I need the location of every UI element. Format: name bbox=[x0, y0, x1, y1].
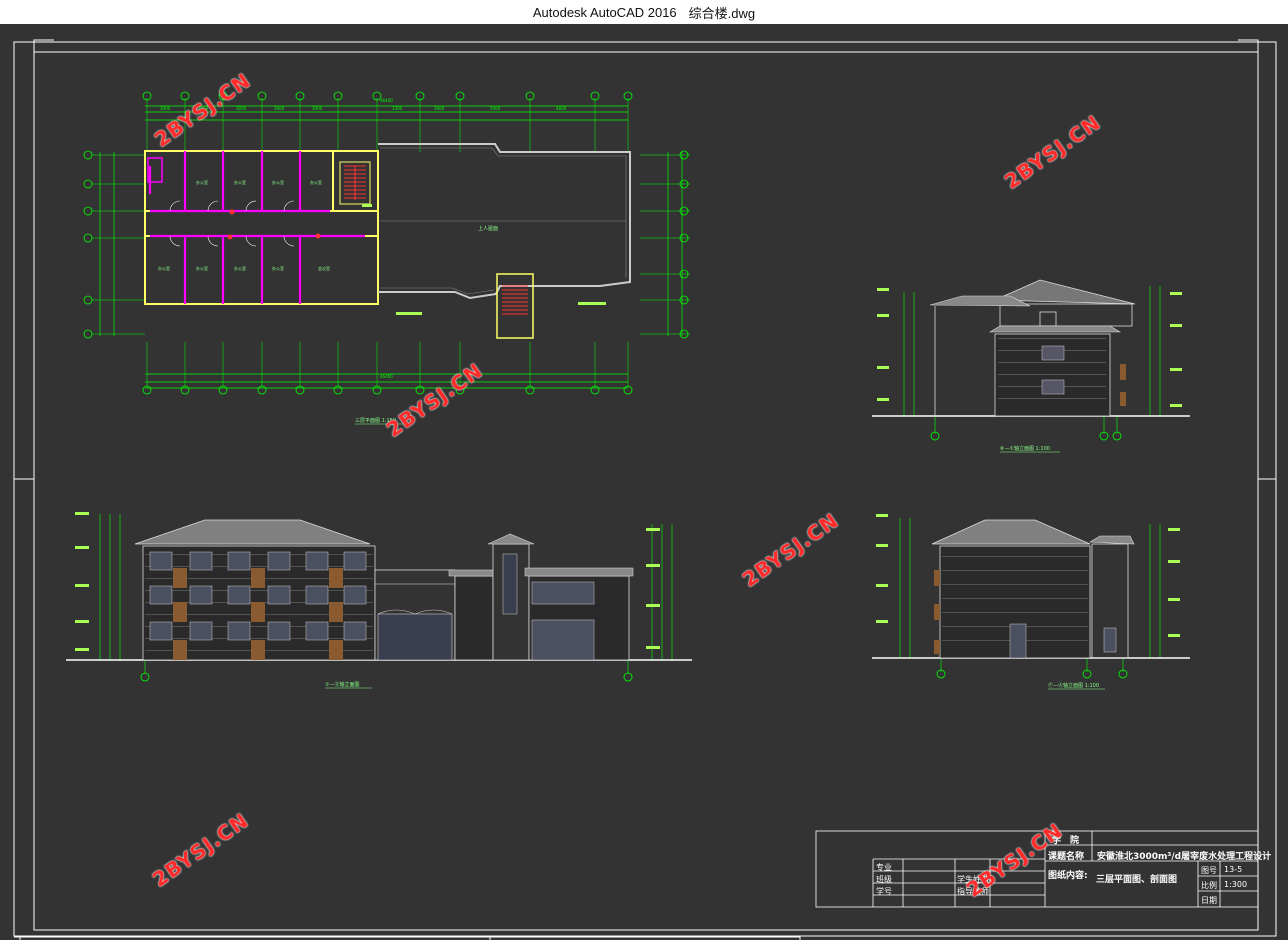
svg-text:3000: 3000 bbox=[312, 106, 323, 111]
svg-text:3000: 3000 bbox=[434, 106, 445, 111]
tb-content-label: 图纸内容: bbox=[1048, 871, 1088, 881]
svg-text:3000: 3000 bbox=[160, 106, 171, 111]
svg-text:3300: 3300 bbox=[392, 106, 403, 111]
svg-text:46400: 46400 bbox=[380, 374, 393, 379]
side-elevation-bottom[interactable]: Ⓕ—Ⓐ轴立面图 1:100 bbox=[872, 514, 1190, 690]
svg-text:办公室: 办公室 bbox=[234, 265, 246, 271]
tb-scale-value: 1:300 bbox=[1224, 880, 1248, 889]
front-elevation[interactable]: ①—⑫轴立面图 bbox=[66, 512, 692, 689]
svg-text:办公室: 办公室 bbox=[272, 265, 284, 271]
app-name: Autodesk AutoCAD 2016 bbox=[532, 4, 677, 20]
svg-text:办公室: 办公室 bbox=[272, 179, 284, 185]
svg-text:3000: 3000 bbox=[236, 106, 247, 111]
front-elevation-caption: ①—⑫轴立面图 bbox=[325, 681, 359, 688]
svg-text:办公室: 办公室 bbox=[196, 265, 208, 271]
plan-label-roof: 上人屋面 bbox=[478, 225, 498, 232]
window-title-bar: Autodesk AutoCAD 2016 综合楼.dwg bbox=[0, 0, 1288, 24]
tb-project-value: 安徽淮北3000m³/d屠宰废水处理工程设计 bbox=[1097, 852, 1272, 862]
tb-content-value: 三层平面图、剖面图 bbox=[1096, 875, 1178, 885]
svg-text:4800: 4800 bbox=[556, 106, 567, 111]
stair-main bbox=[339, 161, 371, 205]
side-elevation-bottom-caption: Ⓕ—Ⓐ轴立面图 1:100 bbox=[1048, 682, 1099, 689]
svg-text:办公室: 办公室 bbox=[158, 265, 170, 271]
svg-text:办公室: 办公室 bbox=[196, 179, 208, 185]
svg-text:46400: 46400 bbox=[380, 98, 393, 103]
svg-text:办公室: 办公室 bbox=[234, 179, 246, 185]
tb-major-label: 专业 bbox=[876, 863, 892, 872]
tb-student-no-label: 学号 bbox=[876, 887, 892, 896]
tb-class-label: 班级 bbox=[876, 875, 892, 884]
svg-text:3000: 3000 bbox=[274, 106, 285, 111]
svg-text:5000: 5000 bbox=[490, 106, 501, 111]
stair-annex bbox=[496, 273, 534, 339]
tb-drawing-no-value: 13-5 bbox=[1224, 865, 1243, 874]
file-name: 综合楼.dwg bbox=[688, 5, 756, 21]
tb-scale-label: 比例 bbox=[1201, 881, 1217, 890]
tb-date-label: 日期 bbox=[1201, 896, 1217, 905]
svg-text:办公室: 办公室 bbox=[310, 179, 322, 185]
side-elevation-top[interactable]: ⑥—①轴立面图 1:100 bbox=[872, 279, 1190, 453]
svg-text:会议室: 会议室 bbox=[318, 265, 330, 271]
tb-drawing-no-label: 图号 bbox=[1201, 866, 1217, 875]
drawing-frame bbox=[13, 39, 1277, 940]
tb-project-label: 课题名称 bbox=[1048, 852, 1085, 862]
drawing-canvas[interactable]: 办公室 办公室 办公室 办公室 办公室 办公室 办公室 办公室 会议室 上人屋面 3000 30… bbox=[0, 24, 1288, 940]
side-elevation-top-caption: ⑥—①轴立面图 1:100 bbox=[1000, 445, 1050, 452]
